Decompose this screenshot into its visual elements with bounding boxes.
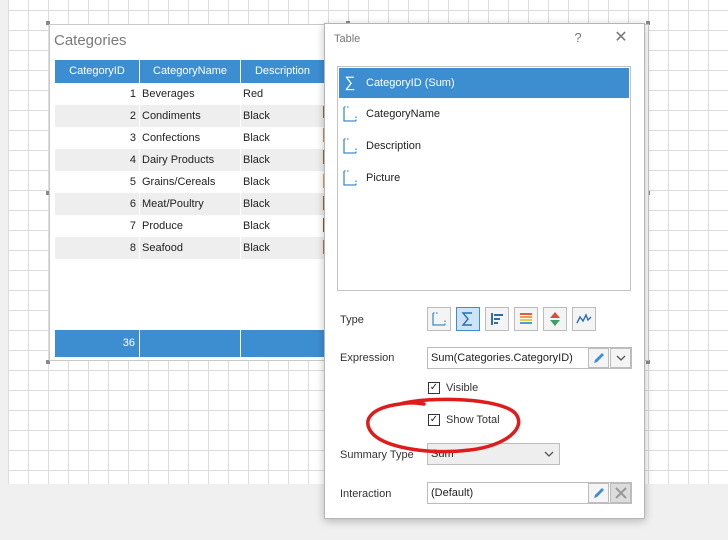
cell-category-name: Condiments: [140, 105, 241, 127]
column-item-label: CategoryName: [366, 108, 440, 120]
cell-category-name: Meat/Poultry: [140, 193, 241, 215]
cell-category-id: 7: [55, 215, 140, 237]
interaction-value: (Default): [431, 487, 474, 499]
clear-interaction-button[interactable]: [610, 483, 631, 503]
column-list[interactable]: ∑ CategoryID (Sum) CategoryName Descript…: [337, 66, 631, 291]
cell-category-name: Produce: [140, 215, 241, 237]
column-item-picture[interactable]: Picture: [339, 163, 629, 193]
table-footer: 36: [55, 330, 325, 357]
color-scale-icon: [520, 313, 532, 324]
footer-total-category-id: 36: [55, 330, 140, 357]
table-row[interactable]: 6 Meat/Poultry Black: [55, 193, 325, 215]
cell-description: Black: [241, 105, 325, 127]
footer-cell: [241, 330, 325, 357]
column-item-description[interactable]: Description: [339, 131, 629, 161]
column-icon: [432, 312, 446, 326]
edit-expression-button[interactable]: [588, 348, 609, 368]
cell-category-name: Beverages: [140, 83, 241, 105]
type-color-scale-button[interactable]: [514, 307, 538, 331]
type-label: Type: [340, 314, 364, 326]
table-row[interactable]: 2 Condiments Black: [55, 105, 325, 127]
pencil-icon: [593, 353, 604, 363]
cell-description: Red: [241, 83, 325, 105]
visible-checkbox[interactable]: ✓: [428, 382, 440, 394]
cell-category-name: Seafood: [140, 237, 241, 259]
interaction-label: Interaction: [340, 488, 392, 500]
header-description[interactable]: Description: [241, 60, 325, 83]
expression-label: Expression: [340, 352, 395, 364]
show-total-label: Show Total: [446, 414, 500, 426]
table-title: Categories: [54, 32, 127, 49]
summary-type-value: Sum: [431, 448, 454, 460]
clear-icon: [614, 487, 627, 499]
type-indicator-button[interactable]: [543, 307, 567, 331]
type-data-column-button[interactable]: [427, 307, 451, 331]
type-sparkline-button[interactable]: [572, 307, 596, 331]
cell-description: Black: [241, 149, 325, 171]
column-icon: [343, 170, 357, 186]
chevron-down-icon: [616, 355, 625, 361]
column-item-category-id[interactable]: ∑ CategoryID (Sum): [339, 68, 629, 98]
table-header: CategoryID CategoryName Description: [55, 60, 325, 83]
cell-category-name: Dairy Products: [140, 149, 241, 171]
cell-category-id: 6: [55, 193, 140, 215]
cell-description: Black: [241, 193, 325, 215]
table-row[interactable]: 4 Dairy Products Black: [55, 149, 325, 171]
indicator-icon: [550, 312, 560, 326]
sparkline-icon: [576, 313, 592, 324]
cell-category-id: 4: [55, 149, 140, 171]
cell-category-id: 5: [55, 171, 140, 193]
visible-label: Visible: [446, 382, 479, 394]
cell-category-name: Confections: [140, 127, 241, 149]
close-button[interactable]: ✕: [613, 29, 629, 47]
cell-category-id: 2: [55, 105, 140, 127]
cell-category-id: 3: [55, 127, 140, 149]
expression-dropdown-button[interactable]: [610, 348, 631, 368]
header-category-name[interactable]: CategoryName: [140, 60, 241, 83]
summary-type-label: Summary Type: [340, 449, 414, 461]
type-bars-button[interactable]: [485, 307, 509, 331]
header-category-id[interactable]: CategoryID: [55, 60, 140, 83]
table-row[interactable]: 3 Confections Black: [55, 127, 325, 149]
help-button[interactable]: ?: [571, 29, 585, 47]
table-row[interactable]: 7 Produce Black: [55, 215, 325, 237]
cell-category-id: 8: [55, 237, 140, 259]
table-dialog: Table ? ✕ ∑ CategoryID (Sum) CategoryNam…: [324, 23, 645, 519]
pencil-icon: [593, 488, 604, 498]
cell-description: Black: [241, 127, 325, 149]
table-row[interactable]: 5 Grains/Cereals Black: [55, 171, 325, 193]
footer-cell: [140, 330, 241, 357]
table-body: 1 Beverages Red 2 Condiments Black 3 Con…: [55, 83, 325, 259]
summary-type-select[interactable]: Sum: [427, 443, 560, 465]
table-row[interactable]: 1 Beverages Red: [55, 83, 325, 105]
column-icon: [343, 138, 357, 154]
edit-interaction-button[interactable]: [588, 483, 609, 503]
table-row[interactable]: 8 Seafood Black: [55, 237, 325, 259]
cell-description: Black: [241, 215, 325, 237]
chevron-down-icon: [544, 451, 554, 457]
column-item-label: Picture: [366, 172, 401, 184]
cell-description: Black: [241, 171, 325, 193]
type-summary-button[interactable]: [456, 307, 480, 331]
dialog-title: Table: [334, 33, 361, 45]
sigma-icon: ∑: [344, 74, 356, 91]
bars-icon: [491, 313, 503, 325]
cell-category-name: Grains/Cereals: [140, 171, 241, 193]
column-item-label: Description: [366, 140, 422, 152]
expression-value: Sum(Categories.CategoryID): [431, 352, 573, 364]
column-item-category-name[interactable]: CategoryName: [339, 99, 629, 129]
cell-description: Black: [241, 237, 325, 259]
column-item-label: CategoryID (Sum): [366, 77, 455, 89]
cell-category-id: 1: [55, 83, 140, 105]
sigma-icon: [461, 312, 472, 326]
column-icon: [343, 106, 357, 122]
show-total-checkbox[interactable]: ✓: [428, 414, 440, 426]
